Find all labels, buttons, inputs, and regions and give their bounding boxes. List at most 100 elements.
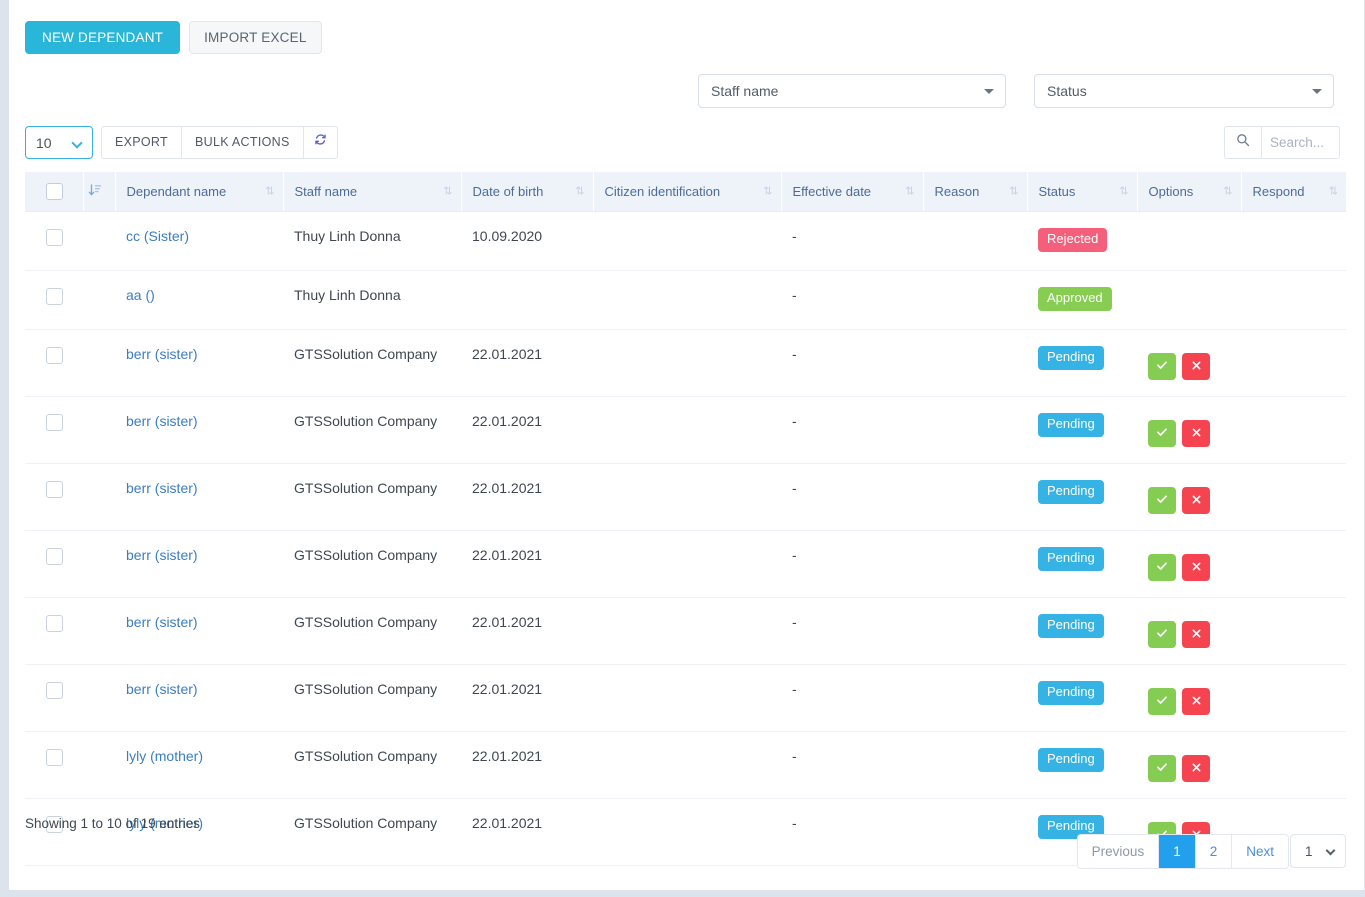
bulk-actions-button[interactable]: BULK ACTIONS: [181, 126, 304, 159]
reject-button[interactable]: [1182, 487, 1210, 514]
respond-actions: [1148, 614, 1230, 648]
cell-staff-name: GTSSolution Company: [283, 464, 461, 531]
reject-button[interactable]: [1182, 688, 1210, 715]
row-checkbox[interactable]: [46, 229, 63, 246]
cell-reason: [923, 271, 1027, 330]
row-select-cell: [25, 464, 83, 531]
cell-date-of-birth: 22.01.2021: [461, 397, 593, 464]
status-filter[interactable]: Status: [1034, 74, 1334, 108]
cell-dependant-name: berr (sister): [115, 598, 283, 665]
row-spacer-cell: [83, 665, 115, 732]
reject-button[interactable]: [1182, 621, 1210, 648]
approve-button[interactable]: [1148, 755, 1176, 782]
reject-button[interactable]: [1182, 353, 1210, 380]
export-button[interactable]: EXPORT: [101, 126, 182, 159]
page-length-select[interactable]: 10: [25, 126, 93, 159]
dependant-name-link[interactable]: lyly (mother): [126, 748, 203, 764]
cell-citizen-identification: [593, 732, 781, 799]
sort-arrows-icon: ⇅: [1009, 186, 1017, 197]
column-header-dependant-name[interactable]: Dependant name ⇅: [115, 172, 283, 212]
cell-staff-name: GTSSolution Company: [283, 598, 461, 665]
column-header-staff-name[interactable]: Staff name ⇅: [283, 172, 461, 212]
sort-descending-icon[interactable]: [88, 183, 102, 200]
dependant-name-link[interactable]: berr (sister): [126, 614, 198, 630]
search-button[interactable]: [1224, 126, 1262, 159]
cell-staff-name: GTSSolution Company: [283, 531, 461, 598]
column-header-options[interactable]: Options ⇅: [1137, 172, 1241, 212]
cell-effective-date: -: [781, 799, 923, 866]
page-jump-wrapper: 1: [1290, 834, 1346, 868]
approve-button[interactable]: [1148, 688, 1176, 715]
dependant-name-link[interactable]: cc (Sister): [126, 228, 189, 244]
cell-respond: [1241, 330, 1346, 397]
approve-button[interactable]: [1148, 554, 1176, 581]
cell-date-of-birth: 22.01.2021: [461, 799, 593, 866]
column-label: Options: [1149, 184, 1194, 199]
approve-button[interactable]: [1148, 487, 1176, 514]
dependant-name-link[interactable]: berr (sister): [126, 346, 198, 362]
row-checkbox[interactable]: [46, 548, 63, 565]
approve-button[interactable]: [1148, 353, 1176, 380]
cell-date-of-birth: [461, 271, 593, 330]
column-header-respond[interactable]: Respond ⇅: [1241, 172, 1346, 212]
dependant-name-link[interactable]: berr (sister): [126, 547, 198, 563]
respond-actions: [1148, 748, 1230, 782]
row-checkbox[interactable]: [46, 414, 63, 431]
respond-actions: [1148, 547, 1230, 581]
pagination-next[interactable]: Next: [1231, 835, 1288, 868]
column-header-date-of-birth[interactable]: Date of birth ⇅: [461, 172, 593, 212]
row-select-cell: [25, 732, 83, 799]
row-checkbox[interactable]: [46, 615, 63, 632]
pagination-previous[interactable]: Previous: [1078, 835, 1159, 868]
row-select-cell: [25, 598, 83, 665]
page-jump-select[interactable]: 1: [1290, 834, 1346, 868]
cell-date-of-birth: 22.01.2021: [461, 531, 593, 598]
cell-dependant-name: cc (Sister): [115, 212, 283, 271]
table-row: berr (sister)GTSSolution Company22.01.20…: [25, 598, 1346, 665]
new-dependant-button[interactable]: NEW DEPENDANT: [25, 21, 180, 54]
search-input[interactable]: [1262, 126, 1340, 159]
approve-button[interactable]: [1148, 420, 1176, 447]
cell-dependant-name: berr (sister): [115, 665, 283, 732]
reject-button[interactable]: [1182, 420, 1210, 447]
column-header-citizen-identification[interactable]: Citizen identification ⇅: [593, 172, 781, 212]
reject-button[interactable]: [1182, 554, 1210, 581]
column-header-reason[interactable]: Reason ⇅: [923, 172, 1027, 212]
column-label: Citizen identification: [605, 184, 721, 199]
column-label: Effective date: [793, 184, 872, 199]
column-header-effective-date[interactable]: Effective date ⇅: [781, 172, 923, 212]
cell-effective-date: -: [781, 531, 923, 598]
row-checkbox[interactable]: [46, 347, 63, 364]
row-checkbox[interactable]: [46, 481, 63, 498]
respond-actions: [1148, 413, 1230, 447]
select-all-checkbox[interactable]: [46, 183, 63, 200]
cell-citizen-identification: [593, 464, 781, 531]
page-length-wrapper: 10: [25, 126, 93, 159]
approve-button[interactable]: [1148, 621, 1176, 648]
cell-staff-name: GTSSolution Company: [283, 397, 461, 464]
import-excel-button[interactable]: IMPORT EXCEL: [189, 21, 321, 54]
reject-button[interactable]: [1182, 755, 1210, 782]
cell-reason: [923, 732, 1027, 799]
row-checkbox[interactable]: [46, 288, 63, 305]
dependant-name-link[interactable]: aa (): [126, 287, 155, 303]
dependant-name-link[interactable]: berr (sister): [126, 480, 198, 496]
cell-effective-date: -: [781, 397, 923, 464]
column-header-status[interactable]: Status ⇅: [1027, 172, 1137, 212]
staff-name-filter[interactable]: Staff name: [698, 74, 1006, 108]
check-icon: [1156, 359, 1168, 374]
dependant-name-link[interactable]: berr (sister): [126, 413, 198, 429]
close-icon: [1191, 359, 1202, 374]
pagination-page-2[interactable]: 2: [1195, 835, 1232, 868]
cell-staff-name: GTSSolution Company: [283, 665, 461, 732]
refresh-button[interactable]: [303, 126, 338, 159]
cell-date-of-birth: 22.01.2021: [461, 330, 593, 397]
pagination-page-1[interactable]: 1: [1158, 835, 1195, 868]
row-checkbox[interactable]: [46, 682, 63, 699]
column-label: Date of birth: [473, 184, 544, 199]
row-checkbox[interactable]: [46, 749, 63, 766]
dependant-name-link[interactable]: berr (sister): [126, 681, 198, 697]
status-filter-label: Status: [1047, 83, 1087, 99]
showing-entries-info: Showing 1 to 10 of 19 entries: [25, 816, 200, 831]
sort-column-header[interactable]: [83, 172, 115, 212]
